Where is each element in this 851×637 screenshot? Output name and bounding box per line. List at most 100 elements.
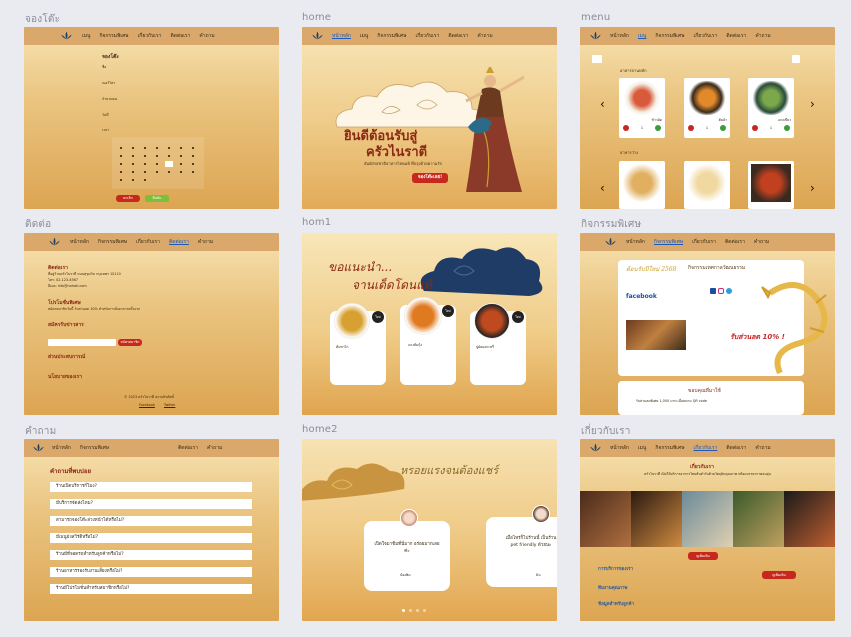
activity-frame: หน้าหลัก กิจกรรมพิเศษ เกี่ยวกับเรา ติดต่…: [580, 233, 835, 415]
menu-card[interactable]: [619, 161, 665, 209]
plus-button[interactable]: [783, 125, 790, 131]
lotus-logo-icon[interactable]: [48, 236, 61, 248]
cancel-button[interactable]: ยกเลิก: [116, 195, 140, 202]
faq-question[interactable]: มีบริการจัดส่งไหม?: [50, 499, 252, 509]
cart-icon[interactable]: [592, 55, 602, 63]
home-frame: หน้าหลัก เมนู กิจกรรมพิเศษ เกี่ยวกับเรา …: [302, 27, 557, 209]
customer-info-heading: ข้อมูลสำหรับลูกค้า: [598, 602, 635, 607]
nav-contact[interactable]: ติดต่อเรา: [725, 238, 745, 246]
nav-faq[interactable]: คำถาม: [755, 444, 770, 452]
nav-contact[interactable]: ติดต่อเรา: [726, 444, 746, 452]
twitter-link[interactable]: Twitter: [164, 403, 175, 407]
nav-activity[interactable]: กิจกรรมพิเศษ: [654, 238, 683, 246]
nav-home[interactable]: หน้าหลัก: [52, 444, 71, 452]
faq-question[interactable]: ร้านเปิดบริการกี่โมง?: [50, 482, 252, 492]
nav-contact[interactable]: ติดต่อเรา: [178, 444, 198, 452]
review-card: เปิดใจมาชิมที่นี่มาก อร่อยมากเลยค่ะ น้อง…: [364, 509, 450, 591]
dish-name: ปูผัดผงกะหรี่: [476, 345, 494, 349]
dish-card[interactable]: ใหม่ ต้มข่าไก่: [330, 303, 386, 385]
plus-button[interactable]: [719, 125, 726, 131]
nav-contact[interactable]: ติดต่อเรา: [169, 238, 189, 246]
nav-home[interactable]: หน้าหลัก: [332, 32, 351, 40]
faq-question[interactable]: ร้านอาหารรองรับงานเลี้ยงหรือไม่?: [50, 567, 252, 577]
nav-home[interactable]: หน้าหลัก: [70, 238, 89, 246]
nav-about[interactable]: เกี่ยวกับเรา: [694, 444, 718, 452]
prev-arrow-icon[interactable]: ‹: [600, 181, 605, 195]
confirm-button[interactable]: ยืนยัน: [145, 195, 169, 202]
dish-card[interactable]: ใหม่ ปูผัดผงกะหรี่: [470, 303, 526, 385]
nav-menu[interactable]: เมนู: [638, 32, 646, 40]
faq-question[interactable]: มีเมนูมังสวิรัติหรือไม่?: [50, 533, 252, 543]
nav-contact[interactable]: ติดต่อเรา: [726, 32, 746, 40]
field-phone-label: เบอร์โทร: [102, 81, 116, 85]
nav-activity[interactable]: กิจกรรมพิเศษ: [655, 444, 684, 452]
nav-activity[interactable]: กิจกรรมพิเศษ: [655, 32, 684, 40]
nav-activity[interactable]: กิจกรรมพิเศษ: [377, 32, 406, 40]
nav-menu[interactable]: เมนู: [638, 444, 646, 452]
nav-activity[interactable]: กิจกรรมพิเศษ: [99, 32, 128, 40]
nav-contact[interactable]: ติดต่อเรา: [170, 32, 190, 40]
menu-card[interactable]: แกงเขียว 1: [748, 78, 794, 138]
twitter-icon[interactable]: [726, 288, 732, 294]
next-arrow-icon[interactable]: ›: [810, 181, 815, 195]
field-time-label: เวลา: [102, 128, 110, 132]
nav-faq[interactable]: คำถาม: [207, 444, 222, 452]
see-more-button[interactable]: ดูเพิ่มเติม: [688, 552, 718, 560]
nav-faq[interactable]: คำถาม: [755, 32, 770, 40]
menu-card[interactable]: ต้มยำ 1: [684, 78, 730, 138]
nav-about[interactable]: เกี่ยวกับเรา: [138, 32, 162, 40]
subscribe-button[interactable]: สมัครสมาชิก: [118, 339, 142, 346]
nav-faq[interactable]: คำถาม: [198, 238, 213, 246]
dish-image: [334, 303, 370, 339]
minus-button[interactable]: [688, 125, 694, 131]
menu-card[interactable]: [748, 161, 794, 209]
next-arrow-icon[interactable]: ›: [810, 97, 815, 111]
lotus-logo-icon[interactable]: [32, 442, 45, 454]
carousel-dots[interactable]: [402, 609, 426, 612]
calendar-widget[interactable]: [112, 137, 204, 189]
lotus-logo-icon[interactable]: [311, 30, 324, 42]
lotus-logo-icon[interactable]: [589, 30, 602, 42]
nav-home[interactable]: หน้าหลัก: [610, 444, 629, 452]
prev-arrow-icon[interactable]: ‹: [600, 97, 605, 111]
nav-activity[interactable]: กิจกรรมพิเศษ: [80, 444, 109, 452]
menu-card[interactable]: [684, 161, 730, 209]
nav-menu[interactable]: เมนู: [360, 32, 368, 40]
service-button[interactable]: ดูเพิ่มเติม: [762, 571, 796, 579]
faq-question[interactable]: ร้านมีโปรโมชั่นสำหรับสมาชิกหรือไม่?: [50, 584, 252, 594]
plus-button[interactable]: [654, 125, 661, 131]
facebook-link[interactable]: Facebook: [139, 403, 155, 407]
nav-faq[interactable]: คำถาม: [199, 32, 214, 40]
menu-card[interactable]: ข้าวผัด 1: [619, 78, 665, 138]
field-name-label: ชื่อ: [102, 65, 107, 69]
minus-button[interactable]: [752, 125, 758, 131]
nav-home[interactable]: หน้าหลัก: [610, 32, 629, 40]
nav-home[interactable]: หน้าหลัก: [626, 238, 645, 246]
nav-about[interactable]: เกี่ยวกับเรา: [416, 32, 440, 40]
nav-faq[interactable]: คำถาม: [477, 32, 492, 40]
nav-about[interactable]: เกี่ยวกับเรา: [692, 238, 716, 246]
team-heading: ทีมงานคุณภาพ: [598, 586, 628, 591]
nav-menu[interactable]: เมนู: [82, 32, 90, 40]
facebook-icon[interactable]: [710, 288, 716, 294]
nav-contact[interactable]: ติดต่อเรา: [448, 32, 468, 40]
instagram-icon[interactable]: [718, 288, 724, 294]
faq-question[interactable]: ร้านมีที่จอดรถสำหรับลูกค้าหรือไม่?: [50, 550, 252, 560]
email-input[interactable]: [48, 339, 116, 346]
recommend-title-line2: จานเด็ดโดนแท้: [352, 278, 432, 292]
lotus-logo-icon[interactable]: [604, 236, 617, 248]
nav-about[interactable]: เกี่ยวกับเรา: [694, 32, 718, 40]
nav-faq[interactable]: คำถาม: [754, 238, 769, 246]
order-icon[interactable]: [792, 55, 800, 63]
lotus-logo-icon[interactable]: [589, 442, 602, 454]
book-now-button[interactable]: จองโต๊ะเลย!: [412, 173, 448, 183]
minus-button[interactable]: [623, 125, 629, 131]
nav-activity[interactable]: กิจกรรมพิเศษ: [98, 238, 127, 246]
faq-frame: หน้าหลัก กิจกรรมพิเศษ ติดต่อเรา คำถาม คำ…: [24, 439, 279, 621]
promo-box-text: รับส่วนลดพิเศษ 1,000 บาท เมื่อสแกน QR co…: [636, 399, 707, 403]
dish-card[interactable]: ใหม่ แกงส้มกุ้ง: [400, 297, 456, 385]
faq-question[interactable]: สามารถจองโต๊ะล่วงหน้าได้หรือไม่?: [50, 516, 252, 526]
lotus-logo-icon[interactable]: [60, 30, 73, 42]
nav-about[interactable]: เกี่ยวกับเรา: [136, 238, 160, 246]
panel-title-menu: menu: [581, 12, 611, 23]
